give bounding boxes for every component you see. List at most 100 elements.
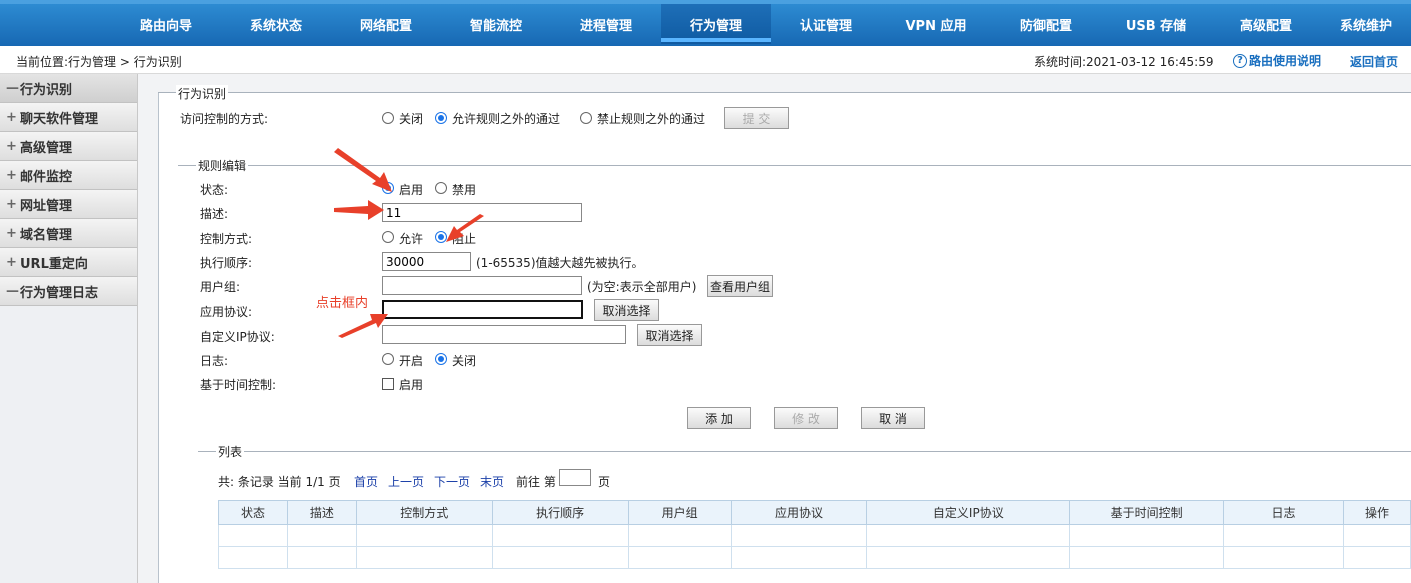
section-legend-rule-edit: 规则编辑 bbox=[196, 157, 249, 174]
expand-icon: + bbox=[6, 138, 17, 154]
control-allow-radio[interactable] bbox=[382, 231, 394, 243]
nav-auth-manage[interactable]: 认证管理 bbox=[771, 4, 881, 44]
sidebar-item-domain-manage[interactable]: + 域名管理 bbox=[0, 219, 137, 248]
expand-icon: + bbox=[6, 196, 17, 212]
nav-vpn[interactable]: VPN 应用 bbox=[881, 4, 991, 44]
breadcrumb-bar: 当前位置:行为管理 > 行为识别 系统时间:2021-03-12 16:45:5… bbox=[0, 46, 1411, 74]
time-control-checkbox[interactable] bbox=[382, 378, 394, 390]
sidebar-item-label: URL重定向 bbox=[20, 256, 88, 272]
access-deny-label: 禁止规则之外的通过 bbox=[597, 112, 706, 126]
sidebar-item-label: 聊天软件管理 bbox=[20, 111, 99, 127]
access-off-radio[interactable] bbox=[382, 112, 394, 124]
sidebar: — 行为识别 + 聊天软件管理 + 高级管理 + 邮件监控 + 网址管理 + 域名管理 + U… bbox=[0, 74, 138, 583]
annotation-arrow-app bbox=[338, 314, 388, 338]
pager-page-unit: 页 bbox=[598, 475, 611, 489]
column-header: 日志 bbox=[1223, 500, 1344, 525]
expand-icon: + bbox=[6, 254, 17, 270]
sidebar-item-url-redirect[interactable]: + URL重定向 bbox=[0, 248, 137, 277]
cancel-button[interactable]: 取 消 bbox=[861, 407, 925, 429]
sidebar-item-label: 域名管理 bbox=[20, 227, 73, 243]
section-legend-identify: 行为识别 bbox=[176, 85, 229, 102]
sidebar-item-label: 网址管理 bbox=[20, 198, 73, 214]
nav-route-wizard[interactable]: 路由向导 bbox=[111, 4, 221, 44]
submit-button[interactable]: 提 交 bbox=[724, 107, 789, 129]
pager-page-input[interactable] bbox=[559, 469, 591, 486]
nav-advanced-config[interactable]: 高级配置 bbox=[1211, 4, 1321, 44]
nav-network-config[interactable]: 网络配置 bbox=[331, 4, 441, 44]
expand-icon: + bbox=[6, 167, 17, 183]
column-header: 基于时间控制 bbox=[1069, 500, 1225, 525]
control-mode-label: 控制方式: bbox=[200, 232, 253, 246]
log-off-radio[interactable] bbox=[435, 353, 447, 365]
sidebar-item-behavior-log[interactable]: — 行为管理日志 bbox=[0, 277, 137, 306]
sidebar-item-advanced-manage[interactable]: + 高级管理 bbox=[0, 132, 137, 161]
home-link[interactable]: 返回首页 bbox=[1350, 53, 1398, 70]
annotation-arrow-control bbox=[446, 214, 484, 242]
column-header: 描述 bbox=[286, 500, 357, 525]
column-header: 用户组 bbox=[627, 500, 732, 525]
log-on-label: 开启 bbox=[399, 354, 424, 368]
table-row bbox=[218, 524, 1411, 547]
order-input[interactable] bbox=[382, 252, 471, 271]
control-allow-label: 允许 bbox=[399, 232, 424, 246]
order-label: 执行顺序: bbox=[200, 256, 253, 270]
pager-next-link[interactable]: 下一页 bbox=[434, 475, 470, 489]
usergroup-label: 用户组: bbox=[200, 280, 241, 294]
section-divider bbox=[198, 451, 1411, 452]
pager-goto-label: 前往 第 bbox=[516, 475, 556, 489]
status-disable-label: 禁用 bbox=[452, 183, 477, 197]
pager-first-link[interactable]: 首页 bbox=[354, 475, 378, 489]
add-button[interactable]: 添 加 bbox=[687, 407, 751, 429]
nav-system-maintain[interactable]: 系统维护 bbox=[1321, 4, 1411, 44]
access-allow-radio[interactable] bbox=[435, 112, 447, 124]
system-time: 系统时间:2021-03-12 16:45:59 bbox=[1034, 55, 1214, 69]
nav-system-status[interactable]: 系统状态 bbox=[221, 4, 331, 44]
time-control-enable-label: 启用 bbox=[399, 378, 424, 392]
access-deny-radio[interactable] bbox=[580, 112, 592, 124]
question-icon: ? bbox=[1233, 53, 1247, 68]
log-off-label: 关闭 bbox=[452, 354, 477, 368]
column-header: 应用协议 bbox=[730, 500, 868, 525]
nav-usb-storage[interactable]: USB 存储 bbox=[1101, 4, 1211, 44]
column-header: 操作 bbox=[1342, 500, 1411, 525]
sidebar-item-label: 邮件监控 bbox=[20, 169, 73, 185]
status-disable-radio[interactable] bbox=[435, 182, 447, 194]
sidebar-item-url-manage[interactable]: + 网址管理 bbox=[0, 190, 137, 219]
desc-label: 描述: bbox=[200, 207, 229, 221]
usergroup-input[interactable] bbox=[382, 276, 582, 295]
sidebar-item-chat-software[interactable]: + 聊天软件管理 bbox=[0, 103, 137, 132]
app-cancel-select-button[interactable]: 取消选择 bbox=[594, 299, 659, 321]
custom-ip-input[interactable] bbox=[382, 325, 626, 344]
order-hint: (1-65535)值越大越先被执行。 bbox=[476, 256, 644, 270]
status-label: 状态: bbox=[200, 183, 229, 197]
collapse-icon: — bbox=[6, 80, 19, 96]
custom-ip-label: 自定义IP协议: bbox=[200, 330, 275, 344]
sidebar-item-label: 行为识别 bbox=[20, 82, 73, 98]
nav-flow-control[interactable]: 智能流控 bbox=[441, 4, 551, 44]
modify-button[interactable]: 修 改 bbox=[774, 407, 838, 429]
pager-total: 共: 条记录 当前 1/1 页 bbox=[218, 475, 341, 489]
annotation-arrow-desc bbox=[334, 200, 384, 220]
nav-defense-config[interactable]: 防御配置 bbox=[991, 4, 1101, 44]
sidebar-item-mail-monitor[interactable]: + 邮件监控 bbox=[0, 161, 137, 190]
pager-prev-link[interactable]: 上一页 bbox=[388, 475, 424, 489]
access-allow-label: 允许规则之外的通过 bbox=[452, 112, 561, 126]
nav-process-manage[interactable]: 进程管理 bbox=[551, 4, 661, 44]
column-header: 自定义IP协议 bbox=[866, 500, 1071, 525]
expand-icon: + bbox=[6, 225, 17, 241]
app-protocol-label: 应用协议: bbox=[200, 305, 253, 319]
view-usergroup-button[interactable]: 查看用户组 bbox=[707, 275, 773, 297]
app-protocol-input[interactable] bbox=[382, 300, 583, 319]
section-divider bbox=[158, 92, 1411, 93]
breadcrumb: 当前位置:行为管理 > 行为识别 bbox=[16, 55, 182, 69]
sidebar-item-behavior-identify[interactable]: — 行为识别 bbox=[0, 74, 137, 103]
time-control-label: 基于时间控制: bbox=[200, 378, 277, 392]
help-link[interactable]: ? 路由使用说明 bbox=[1233, 52, 1321, 69]
log-on-radio[interactable] bbox=[382, 353, 394, 365]
help-label: 路由使用说明 bbox=[1249, 54, 1322, 68]
ip-cancel-select-button[interactable]: 取消选择 bbox=[637, 324, 702, 346]
section-legend-list: 列表 bbox=[216, 443, 245, 460]
pager-last-link[interactable]: 末页 bbox=[480, 475, 504, 489]
sidebar-item-label: 行为管理日志 bbox=[20, 285, 99, 301]
table-header-row: 状态 描述 控制方式 执行顺序 用户组 应用协议 自定义IP协议 基于时间控制 … bbox=[218, 500, 1411, 525]
